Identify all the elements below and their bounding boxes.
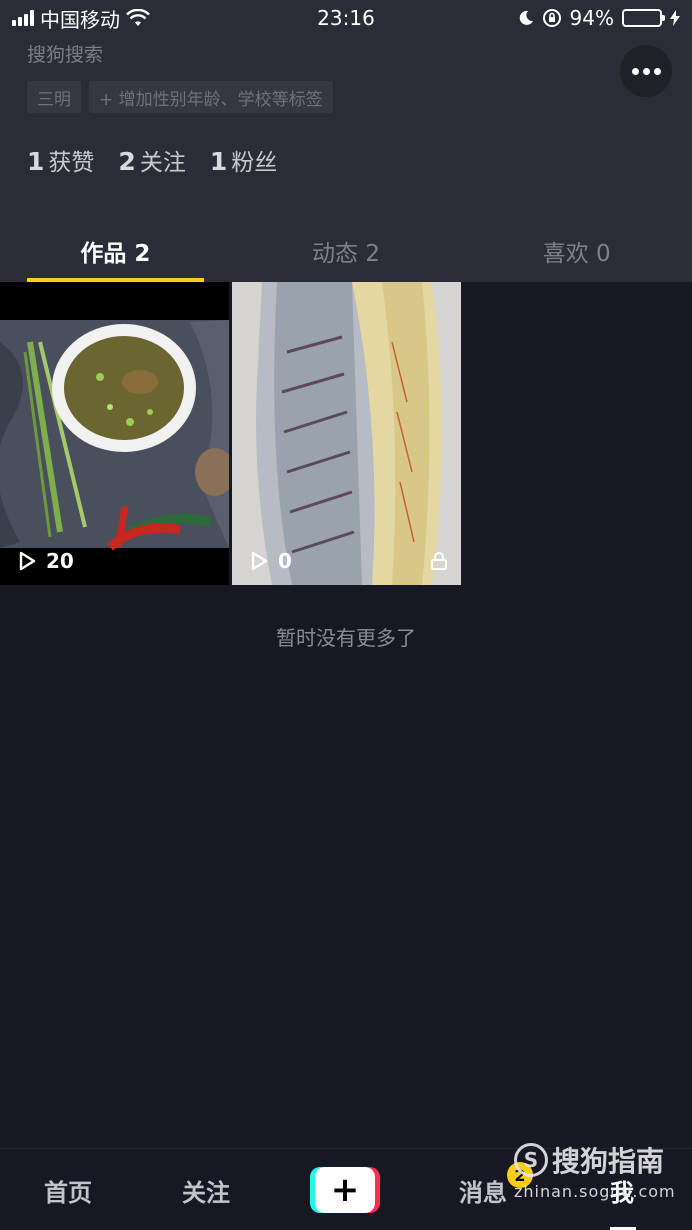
location-tag[interactable]: 三明 — [27, 81, 81, 113]
play-icon — [251, 551, 268, 571]
stat-followers-count: 1 — [209, 147, 228, 176]
stat-likes-count: 1 — [27, 147, 45, 176]
tab-works[interactable]: 作品 2 — [0, 218, 231, 282]
stat-following[interactable]: 2 关注 — [118, 143, 185, 177]
battery-percent: 94% — [569, 6, 614, 30]
status-right: 94% — [518, 6, 680, 30]
sogou-logo-icon: S — [514, 1143, 548, 1177]
feed-end-text: 暂时没有更多了 — [276, 626, 416, 650]
video-meta: 20 — [16, 549, 74, 573]
video-meta: 0 — [248, 549, 292, 573]
moon-icon — [519, 10, 533, 25]
soup-thumbnail — [0, 282, 229, 585]
play-count: 20 — [46, 549, 74, 573]
more-options-button[interactable] — [620, 45, 672, 97]
carrier-label: 中国移动 — [40, 7, 120, 32]
watermark-title: 搜狗指南 — [552, 1145, 665, 1178]
lock-icon — [431, 552, 447, 570]
charging-icon — [670, 10, 680, 26]
profile-tabs: 作品 2 动态 2 喜欢 0 — [0, 218, 692, 282]
status-left: 中国移动 — [12, 4, 150, 33]
add-video-button[interactable]: + — [310, 1167, 380, 1213]
more-icon — [631, 67, 639, 75]
nav-home[interactable]: 首页 — [44, 1173, 92, 1208]
profile-tags: 三明 + 增加性别年龄、学校等标签 — [27, 81, 333, 113]
rotation-lock-icon — [542, 9, 561, 27]
watermark-title-row: S 搜狗指南 — [514, 1140, 676, 1180]
battery-icon — [622, 9, 665, 27]
stat-likes-label: 获赞 — [48, 150, 95, 176]
tab-activity[interactable]: 动态 2 — [231, 218, 462, 282]
plus-icon: + — [315, 1167, 375, 1213]
stat-followers[interactable]: 1 粉丝 — [210, 143, 277, 177]
signal-icon — [12, 10, 34, 26]
play-icon — [19, 551, 36, 571]
wifi-icon — [126, 9, 150, 26]
video-card-fish[interactable]: 0 — [232, 282, 461, 585]
profile-stats: 1 获赞 2 关注 1 粉丝 — [27, 143, 277, 177]
nav-follow[interactable]: 关注 — [182, 1173, 230, 1208]
add-tag-button[interactable]: + 增加性别年龄、学校等标签 — [89, 81, 333, 113]
tab-likes[interactable]: 喜欢 0 — [461, 218, 692, 282]
watermark-url: zhinan.sogou.com — [514, 1182, 676, 1201]
status-bar: 中国移动 23:16 94% — [0, 0, 692, 36]
play-count: 0 — [278, 549, 292, 573]
fish-thumbnail — [232, 282, 461, 585]
stat-followers-label: 粉丝 — [231, 150, 278, 176]
user-id: 搜狗搜索 — [27, 44, 104, 66]
video-card-soup[interactable]: 20 — [0, 282, 229, 585]
stat-following-label: 关注 — [139, 150, 186, 176]
nav-messages[interactable]: 消息 — [459, 1173, 507, 1208]
stat-likes[interactable]: 1 获赞 — [27, 143, 94, 177]
watermark: S 搜狗指南 zhinan.sogou.com — [514, 1140, 676, 1201]
stat-following-count: 2 — [118, 147, 136, 176]
